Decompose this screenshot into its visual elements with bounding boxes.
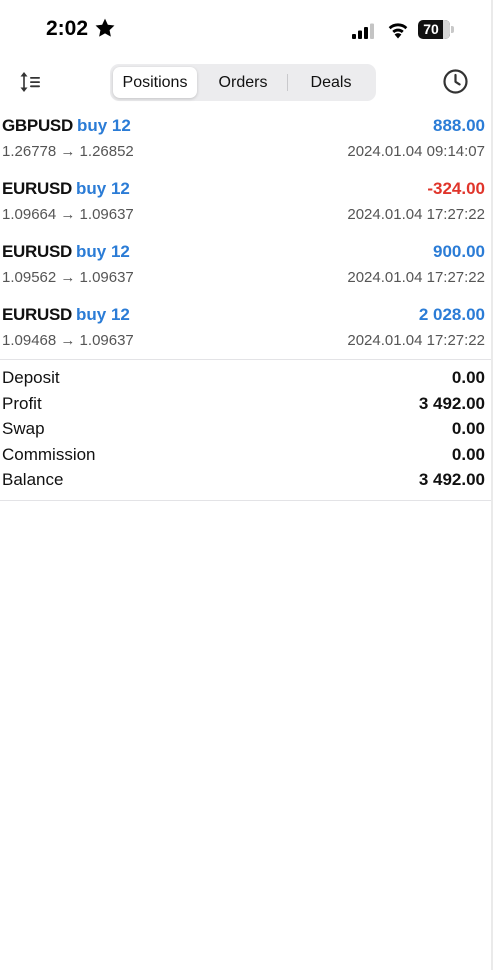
summary-row-profit: Profit 3 492.00 xyxy=(0,392,493,418)
summary-top-divider xyxy=(0,359,493,360)
summary-label: Profit xyxy=(2,393,42,413)
position-symbol: EURUSD xyxy=(2,305,72,324)
position-profit: 900.00 xyxy=(433,242,485,261)
summary-row-swap: Swap 0.00 xyxy=(0,417,493,443)
account-summary: Deposit 0.00 Profit 3 492.00 Swap 0.00 C… xyxy=(0,366,493,494)
summary-label: Swap xyxy=(2,419,45,438)
position-prices: 1.26778 → 1.26852 xyxy=(2,143,134,160)
battery-empty-portion xyxy=(443,20,450,39)
position-profit: -324.00 xyxy=(427,179,485,198)
position-side: buy 12 xyxy=(76,116,131,135)
position-profit: 888.00 xyxy=(433,116,485,135)
star-icon xyxy=(95,18,115,37)
sort-icon[interactable] xyxy=(18,69,44,95)
toolbar: Positions Orders Deals xyxy=(0,60,493,104)
summary-bottom-divider xyxy=(0,500,493,501)
position-time: 2024.01.04 17:27:22 xyxy=(347,206,485,223)
cellular-signal-icon xyxy=(352,23,374,39)
position-symbol: GBPUSD xyxy=(2,116,73,135)
tab-positions[interactable]: Positions xyxy=(113,67,197,98)
position-prices: 1.09664 → 1.09637 xyxy=(2,206,134,223)
position-prices: 1.09562 → 1.09637 xyxy=(2,269,134,286)
battery-cap xyxy=(451,26,454,33)
status-time: 2:02 xyxy=(46,17,89,40)
position-time: 2024.01.04 17:27:22 xyxy=(347,269,485,286)
positions-list: GBPUSD buy 12 888.00 1.26778 → 1.26852 20… xyxy=(0,113,493,365)
position-profit: 2 028.00 xyxy=(418,305,485,324)
tab-segmented-control: Positions Orders Deals xyxy=(110,64,376,101)
battery-level: 70 xyxy=(423,21,439,37)
tab-orders[interactable]: Orders xyxy=(199,67,287,98)
summary-value: 0.00 xyxy=(451,368,485,387)
battery-icon: 70 xyxy=(418,20,450,39)
trade-screen: 2:02 70 Positions Orders Deals GBPUSD bu… xyxy=(0,0,493,970)
position-row[interactable]: EURUSD buy 12 900.00 1.09562 → 1.09637 20… xyxy=(0,239,493,302)
position-row[interactable]: EURUSD buy 12 -324.00 1.09664 → 1.09637 2… xyxy=(0,176,493,239)
summary-label: Deposit xyxy=(2,368,60,387)
position-side: buy 12 xyxy=(76,305,130,324)
position-prices: 1.09468 → 1.09637 xyxy=(2,332,134,349)
position-row[interactable]: EURUSD buy 12 2 028.00 1.09468 → 1.09637 … xyxy=(0,302,493,365)
summary-label: Balance xyxy=(2,470,64,489)
summary-value: 0.00 xyxy=(451,444,485,464)
summary-row-balance: Balance 3 492.00 xyxy=(0,468,493,494)
summary-value: 3 492.00 xyxy=(418,393,485,413)
summary-row-deposit: Deposit 0.00 xyxy=(0,366,493,392)
summary-row-commission: Commission 0.00 xyxy=(0,443,493,469)
summary-label: Commission xyxy=(2,444,96,464)
position-side: buy 12 xyxy=(76,242,130,261)
wifi-icon xyxy=(388,23,408,39)
position-symbol: EURUSD xyxy=(2,242,72,261)
summary-value: 0.00 xyxy=(451,419,485,438)
history-clock-icon[interactable] xyxy=(442,68,469,95)
position-row[interactable]: GBPUSD buy 12 888.00 1.26778 → 1.26852 20… xyxy=(0,113,493,176)
position-side: buy 12 xyxy=(76,179,130,198)
status-bar: 2:02 70 xyxy=(0,0,493,54)
tab-deals[interactable]: Deals xyxy=(288,67,374,98)
position-symbol: EURUSD xyxy=(2,179,72,198)
position-time: 2024.01.04 09:14:07 xyxy=(347,143,485,160)
position-time: 2024.01.04 17:27:22 xyxy=(347,332,485,349)
summary-value: 3 492.00 xyxy=(418,470,485,489)
